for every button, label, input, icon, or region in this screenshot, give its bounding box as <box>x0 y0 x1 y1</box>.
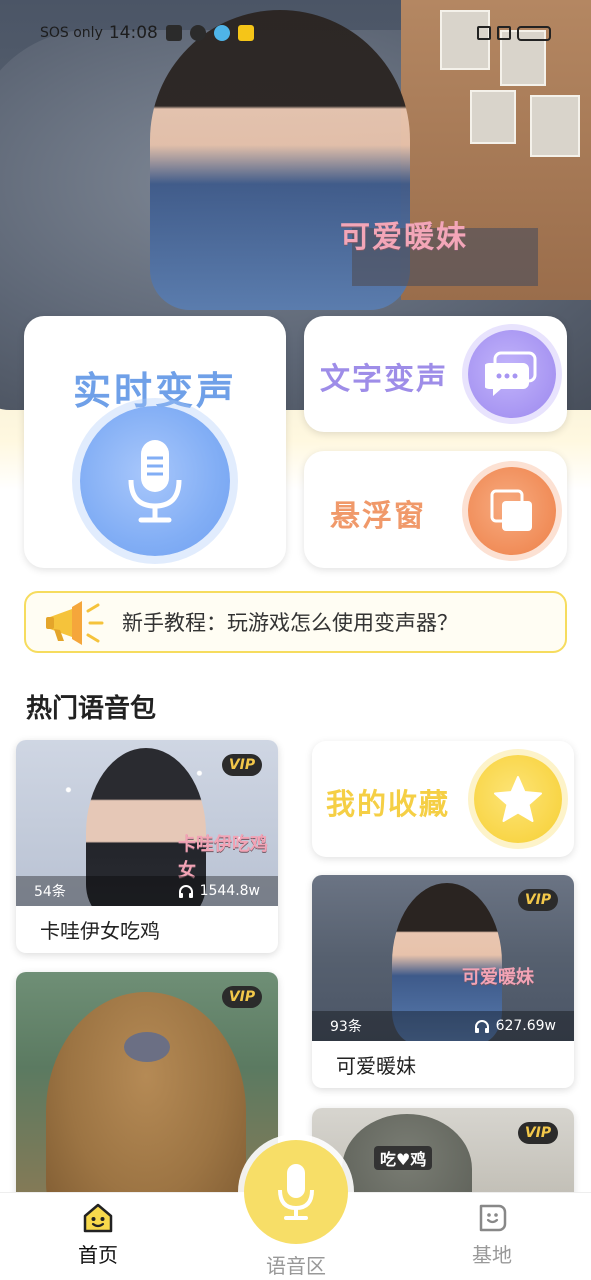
nfc-icon <box>477 26 491 40</box>
vip-badge: VIP <box>222 754 262 776</box>
voice-pack-thumbnail: VIP <box>16 972 278 1212</box>
vibrate-icon <box>497 26 511 40</box>
text-voice-change-label: 文字变声 <box>320 362 448 397</box>
floating-window-icon <box>468 467 556 555</box>
voice-pack-card[interactable]: VIP <box>16 972 278 1212</box>
floating-window-card[interactable]: 悬浮窗 <box>304 451 567 568</box>
app-icon <box>213 25 230 41</box>
favorites-label: 我的收藏 <box>326 787 451 821</box>
nav-base[interactable]: 基地 <box>432 1193 552 1280</box>
status-bar: SOS only 14:08 <box>0 18 591 48</box>
microphone-icon <box>80 406 230 556</box>
chat-bubble-icon <box>468 330 556 418</box>
realtime-voice-change-card[interactable]: 实时变声 <box>24 316 286 568</box>
section-title: 热门语音包 <box>26 694 157 724</box>
clock: 14:08 <box>108 23 158 43</box>
wall-photo <box>530 95 580 157</box>
voice-pack-name: 卡哇伊女吃鸡 <box>40 919 160 943</box>
voice-pack-plays: 1544.8w <box>178 883 260 899</box>
vip-badge: VIP <box>222 986 262 1008</box>
favorites-card[interactable]: 我的收藏 <box>312 741 574 857</box>
voice-pack-plays-value: 627.69w <box>495 1018 556 1034</box>
voice-pack-figure <box>46 992 246 1212</box>
voice-pack-count: 93条 <box>330 1019 362 1035</box>
message-icon <box>165 25 182 41</box>
tutorial-text: 新手教程：玩游戏怎么使用变声器？ <box>122 611 458 635</box>
status-right <box>477 25 551 41</box>
notification-icon <box>189 25 206 41</box>
headphones-icon <box>474 1020 489 1033</box>
voice-pack-count: 54条 <box>34 884 66 900</box>
nav-home[interactable]: 首页 <box>38 1193 158 1280</box>
star-icon <box>474 755 562 843</box>
wall-photo <box>470 90 516 144</box>
microphone-icon <box>278 1164 314 1220</box>
battery-icon <box>517 25 551 41</box>
megaphone-icon <box>46 601 104 645</box>
headphones-icon <box>178 885 193 898</box>
nav-voice-label[interactable]: 语音区 <box>236 1250 356 1279</box>
home-icon <box>83 1203 113 1233</box>
voice-pack-card[interactable]: 可爱暖妹 VIP 93条 627.69w 可爱暖妹 <box>312 875 574 1088</box>
hero-tag: 可爱暖妹 <box>340 220 468 255</box>
voice-pack-meta: 93条 627.69w <box>312 1011 574 1041</box>
voice-pack-name: 可爱暖妹 <box>336 1054 416 1078</box>
vip-badge: VIP <box>518 889 558 911</box>
voice-pack-thumbnail: 可爱暖妹 VIP 93条 627.69w <box>312 875 574 1041</box>
base-icon <box>479 1204 507 1232</box>
vip-badge: VIP <box>518 1122 558 1144</box>
tutorial-banner[interactable]: 新手教程：玩游戏怎么使用变声器？ <box>24 591 567 653</box>
nav-base-label: 基地 <box>472 1243 512 1267</box>
voice-pack-plays-value: 1544.8w <box>199 883 260 899</box>
voice-pack-meta: 54条 1544.8w <box>16 876 278 906</box>
nav-home-label: 首页 <box>78 1243 118 1267</box>
voice-pack-figure-nose <box>124 1032 170 1062</box>
voice-pack-overlay-text: 可爱暖妹 <box>462 967 534 988</box>
carrier-text: SOS only <box>40 25 103 41</box>
voice-pack-overlay-text: 卡哇伊吃鸡女 <box>178 834 268 881</box>
app-icon <box>237 25 254 41</box>
voice-pack-plays: 627.69w <box>474 1018 556 1034</box>
nav-voice-mic-button[interactable] <box>244 1140 348 1244</box>
text-voice-change-card[interactable]: 文字变声 <box>304 316 567 432</box>
floating-window-label: 悬浮窗 <box>330 499 426 534</box>
voice-pack-overlay-text: 吃♥鸡 <box>374 1146 433 1170</box>
voice-pack-card[interactable]: 卡哇伊吃鸡女 VIP 54条 1544.8w 卡哇伊女吃鸡 <box>16 740 278 953</box>
voice-pack-thumbnail: 卡哇伊吃鸡女 VIP 54条 1544.8w <box>16 740 278 906</box>
